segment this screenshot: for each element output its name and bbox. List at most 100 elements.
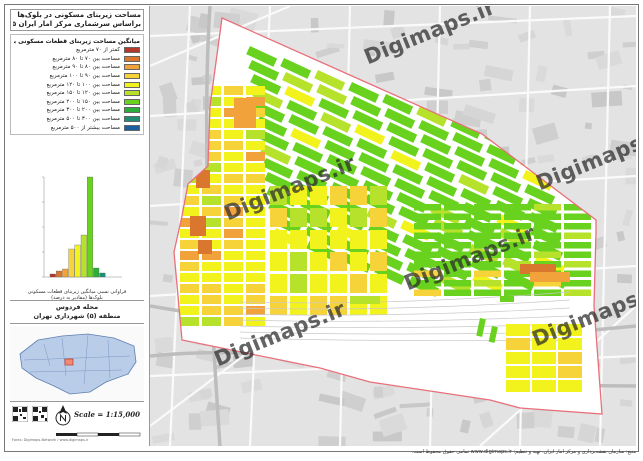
residential-block xyxy=(246,262,265,271)
residential-block xyxy=(180,240,199,249)
residential-block xyxy=(518,142,550,163)
residential-block xyxy=(246,130,265,139)
residential-block xyxy=(414,223,441,230)
legend-item: مساحت بیشتر از ۵۰۰ مترمربع xyxy=(14,123,140,132)
residential-block xyxy=(350,252,367,271)
residential-block xyxy=(202,152,221,161)
histogram-bar xyxy=(56,270,62,278)
legend-label: مساحت بین ۱۰۰ تا ۱۲۰ مترمربع xyxy=(46,81,120,88)
residential-block xyxy=(564,223,591,230)
residential-block xyxy=(224,295,243,304)
legend-item: مساحت بین ۲۰۰ تا ۳۰۰ مترمربع xyxy=(14,106,140,115)
residential-block xyxy=(270,274,287,293)
residential-block xyxy=(534,223,561,230)
residential-block xyxy=(202,273,221,282)
residential-block xyxy=(246,284,265,293)
residential-block xyxy=(270,252,287,271)
residential-block xyxy=(190,216,206,236)
residential-block xyxy=(330,274,347,293)
residential-block xyxy=(224,284,243,293)
residential-block xyxy=(506,380,530,392)
residential-block xyxy=(180,97,199,106)
legend-item: مساحت بین ۷۰ تا ۸۰ مترمربع xyxy=(14,55,140,64)
legend-label: مساحت بیشتر از ۵۰۰ مترمربع xyxy=(50,124,120,131)
residential-block xyxy=(180,262,199,271)
residential-block xyxy=(474,280,501,287)
qr-code-icon-2 xyxy=(32,406,48,422)
legend-item: مساحت بین ۸۰ تا ۹۰ مترمربع xyxy=(14,63,140,72)
residential-block xyxy=(224,251,243,260)
residential-block xyxy=(370,252,387,271)
legend-item: مساحت بین ۱۲۰ تا ۱۵۰ مترمربع xyxy=(14,89,140,98)
legend-label: مساحت بین ۲۰۰ تا ۳۰۰ مترمربع xyxy=(46,107,120,114)
residential-block xyxy=(534,204,561,211)
legend-swatch xyxy=(124,47,140,54)
histogram-bar xyxy=(74,244,81,278)
residential-block xyxy=(224,306,243,315)
residential-block xyxy=(414,213,441,220)
residential-block xyxy=(506,352,530,364)
residential-block xyxy=(564,242,591,249)
residential-block xyxy=(246,163,265,172)
residential-block xyxy=(534,251,561,258)
residential-block xyxy=(534,213,561,220)
residential-block xyxy=(330,230,347,249)
legend-label: مساحت بین ۱۲۰ تا ۱۵۰ مترمربع xyxy=(46,90,120,97)
residential-block xyxy=(224,229,243,238)
residential-block xyxy=(180,152,199,161)
residential-block xyxy=(564,213,591,220)
residential-block xyxy=(180,108,199,117)
legend-label: مساحت بین ۱۵۰ تا ۲۰۰ مترمربع xyxy=(46,98,120,105)
residential-block xyxy=(506,338,530,350)
residential-block xyxy=(290,208,307,227)
histogram-bar xyxy=(49,273,56,278)
residential-block xyxy=(180,86,199,95)
north-arrow-icon xyxy=(55,405,71,426)
residential-block xyxy=(564,204,591,211)
histogram-bar xyxy=(99,272,106,278)
residential-block xyxy=(202,130,221,139)
residential-block xyxy=(202,141,221,150)
residential-block xyxy=(202,207,221,216)
residential-block xyxy=(180,306,199,315)
residential-block xyxy=(246,251,265,260)
residential-block xyxy=(270,230,287,249)
legend-heading: میانگین مساحت زیربنای قطعات مسکونی بلوک‌… xyxy=(14,38,140,45)
residential-block xyxy=(330,208,347,227)
legend-label: مساحت بین ۷۰ تا ۸۰ مترمربع xyxy=(52,55,120,62)
residential-block xyxy=(224,185,243,194)
map-title: مساحت زیربنای مسکونی در بلوک‌ها براساس س… xyxy=(10,9,144,31)
histogram-bar xyxy=(93,267,100,278)
legend-item: مساحت بین ۳۰۰ تا ۵۰۰ مترمربع xyxy=(14,115,140,124)
residential-block xyxy=(414,232,441,239)
residential-block xyxy=(246,174,265,183)
residential-block xyxy=(234,98,256,128)
residential-block xyxy=(474,289,501,296)
legend-swatch xyxy=(124,55,140,62)
residential-block xyxy=(564,232,591,239)
residential-block xyxy=(224,86,243,95)
residential-block xyxy=(246,141,265,150)
residential-block xyxy=(310,230,327,249)
residential-block xyxy=(246,152,265,161)
title-line-1: مساحت زیربنای مسکونی در بلوک‌ها xyxy=(17,11,141,19)
map-footer: Scale = 1:15,000 Fonts: Digimaps-Network… xyxy=(10,404,144,444)
histogram-bar xyxy=(80,234,87,278)
qr-code-icon xyxy=(12,406,28,422)
scale-text: Scale = 1:15,000 xyxy=(74,410,140,419)
legend-swatch xyxy=(124,73,140,80)
legend-item: مساحت بین ۱۵۰ تا ۲۰۰ مترمربع xyxy=(14,98,140,107)
residential-block xyxy=(506,366,530,378)
residential-block xyxy=(224,262,243,271)
locator-highlight xyxy=(64,358,74,366)
legend-item: کمتر از ۷۰ مترمربع xyxy=(14,46,140,55)
residential-block xyxy=(350,186,367,205)
residential-block xyxy=(196,170,210,188)
legend: میانگین مساحت زیربنای قطعات مسکونی بلوک‌… xyxy=(10,34,144,135)
legend-swatch xyxy=(124,107,140,114)
legend-label: مساحت بین ۹۰ تا ۱۰۰ مترمربع xyxy=(49,73,120,80)
residential-block xyxy=(310,208,327,227)
title-line-2: براساس سرشماری مرکز آمار ایران ۱۳۹۵ xyxy=(13,20,141,28)
residential-block xyxy=(444,223,471,230)
residential-block xyxy=(532,352,556,364)
